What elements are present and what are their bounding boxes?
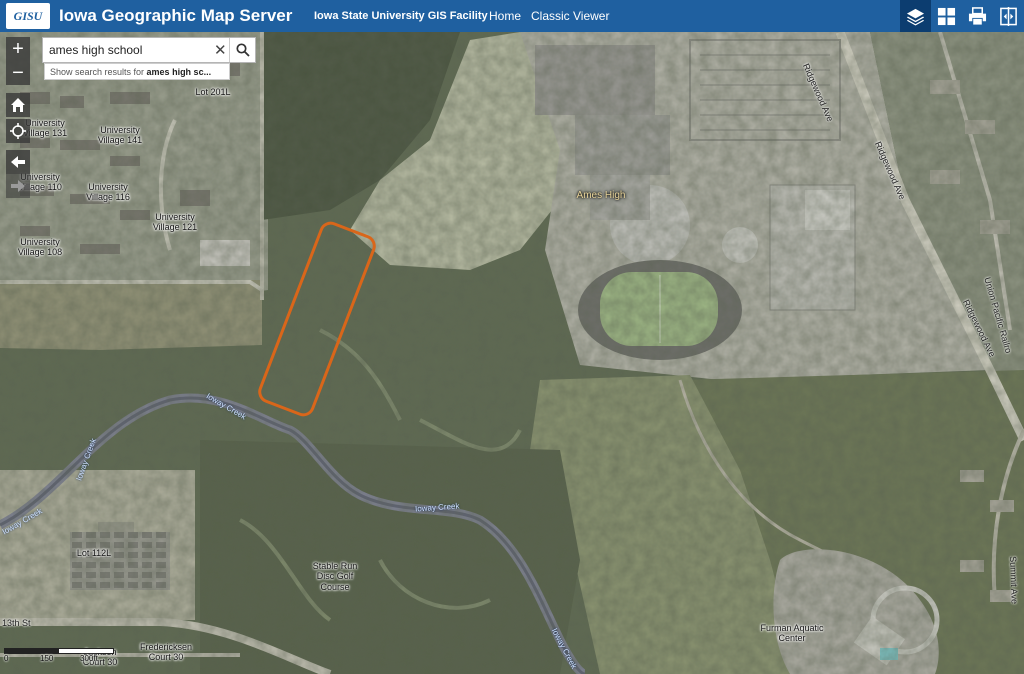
search-icon <box>235 43 250 57</box>
suggestion-prefix: Show search results for <box>50 67 147 77</box>
search-bar: ✕ <box>42 37 256 63</box>
arrow-right-icon <box>11 180 25 192</box>
nav-home[interactable]: Home <box>489 9 521 23</box>
nav-classic-viewer[interactable]: Classic Viewer <box>531 9 609 23</box>
grid-icon <box>937 7 956 25</box>
suggestion-term: ames high sc... <box>146 67 212 77</box>
scalebar: 0 150 300ft <box>4 648 114 668</box>
print-icon <box>968 6 987 26</box>
print-button[interactable] <box>962 0 993 32</box>
scalebar-tick-0: 0 <box>4 654 9 663</box>
zoom-in-button[interactable]: + <box>6 37 30 61</box>
label-lot-112l: Lot 112L <box>76 548 112 558</box>
search-input[interactable] <box>43 38 229 62</box>
locate-button[interactable] <box>6 119 30 143</box>
home-icon <box>11 98 25 112</box>
app-header: GISU Iowa Geographic Map Server Iowa Sta… <box>0 0 1024 32</box>
zoom-out-button[interactable]: − <box>6 61 30 85</box>
label-university-village-121: University Village 121 <box>152 212 198 233</box>
search-button[interactable] <box>229 38 255 62</box>
label-stable-run: Stable Run Disc Golf Course <box>312 561 358 592</box>
search-suggestion[interactable]: Show search results for ames high sc... <box>44 63 230 80</box>
layers-button[interactable] <box>900 0 931 32</box>
clear-search-icon[interactable]: ✕ <box>214 41 227 59</box>
previous-extent-button[interactable] <box>6 150 30 174</box>
label-university-village-141: University Village 141 <box>97 125 143 146</box>
label-university-village-108: University Village 108 <box>17 237 63 258</box>
road-13th-st: 13th St <box>2 618 31 628</box>
label-fredericksen-court: Fredericksen Court 30 <box>139 642 193 663</box>
facility-link[interactable]: Iowa State University GIS Facility <box>314 10 488 22</box>
road-summit-ave: Summit Ave <box>1008 556 1020 605</box>
toolbar <box>900 0 1024 32</box>
label-furman-aquatic-center: Furman Aquatic Center <box>760 623 824 644</box>
swipe-button[interactable] <box>993 0 1024 32</box>
layers-icon <box>906 8 925 26</box>
map-view[interactable]: Lot 201L University Village 131 Universi… <box>0 32 1024 674</box>
home-button[interactable] <box>6 93 30 117</box>
aerial-imagery <box>0 32 1024 674</box>
label-ames-high: Ames High <box>576 190 626 201</box>
basemap-gallery-button[interactable] <box>931 0 962 32</box>
scalebar-tick-300: 300ft <box>80 654 98 663</box>
label-lot-201l: Lot 201L <box>195 87 231 97</box>
crosshair-icon <box>10 123 26 139</box>
next-extent-button[interactable] <box>6 174 30 198</box>
label-university-village-116: University Village 116 <box>86 182 130 203</box>
arrow-left-icon <box>11 156 25 168</box>
app-title: Iowa Geographic Map Server <box>59 6 293 25</box>
gisu-logo[interactable]: GISU <box>6 3 50 29</box>
swipe-icon <box>1000 6 1017 26</box>
scalebar-tick-150: 150 <box>40 654 54 663</box>
